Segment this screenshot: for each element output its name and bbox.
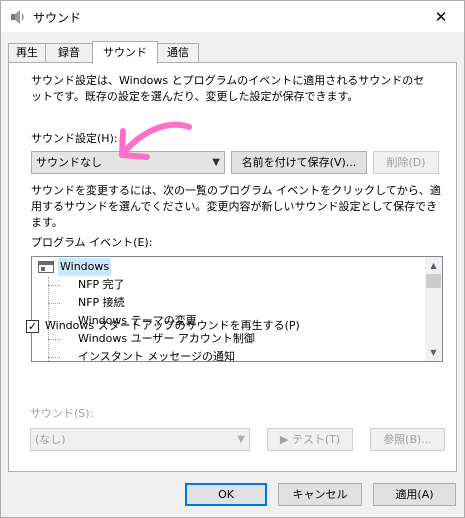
dialog-footer: OK キャンセル 適用(A) — [1, 472, 464, 517]
close-icon: ✕ — [434, 7, 448, 26]
browse-button[interactable]: 参照(B)... — [370, 428, 445, 451]
chevron-down-icon: ▼ — [237, 434, 245, 445]
sound-scheme-label: サウンド設定(H): — [31, 132, 118, 145]
list-item[interactable]: インスタント メッセージの通知 — [78, 348, 235, 361]
sound-scheme-select[interactable]: サウンドなし ▼ — [31, 151, 225, 174]
scroll-down-icon[interactable]: ▼ — [425, 344, 442, 361]
tab-communications[interactable]: 通信 — [157, 43, 199, 63]
startup-sound-checkbox[interactable]: ✓ — [26, 320, 39, 333]
save-as-button[interactable]: 名前を付けて保存(V)... — [231, 151, 367, 174]
sound-scheme-description: サウンド設定は、Windows とプログラムのイベントに適用されるサウンドのセッ… — [31, 74, 425, 103]
program-events-list[interactable]: Windows NFP 完了 NFP 接続 Windows テーマの変更 Win… — [31, 256, 443, 362]
tab-sounds[interactable]: サウンド — [92, 41, 158, 64]
list-item[interactable]: NFP 完了 — [78, 276, 125, 294]
scroll-thumb[interactable] — [426, 274, 441, 288]
apply-button[interactable]: 適用(A) — [373, 483, 456, 506]
ok-button[interactable]: OK — [185, 483, 267, 506]
scroll-up-icon[interactable]: ▲ — [425, 257, 442, 274]
windows-app-icon — [38, 261, 54, 273]
sound-dialog: サウンド ✕ 再生 録音 サウンド 通信 サウンド設定は、Windows とプロ… — [0, 0, 465, 518]
delete-button[interactable]: 削除(D) — [373, 151, 439, 174]
tree-connector — [48, 303, 60, 304]
cancel-button[interactable]: キャンセル — [278, 483, 362, 506]
speaker-icon — [11, 10, 24, 24]
close-button[interactable]: ✕ — [418, 1, 464, 32]
startup-sound-label[interactable]: Windows スタートアップのサウンドを再生する(P) — [45, 318, 300, 334]
title-bar: サウンド ✕ — [1, 1, 464, 32]
list-item[interactable]: NFP 接続 — [78, 294, 125, 312]
sounds-select[interactable]: (なし) ▼ — [30, 428, 250, 451]
chevron-down-icon: ▼ — [212, 157, 220, 168]
check-icon: ✓ — [27, 320, 38, 333]
program-events-label: プログラム イベント(E): — [31, 236, 153, 249]
sounds-value: (なし) — [35, 433, 66, 446]
change-instructions: サウンドを変更するには、次の一覧のプログラム イベントをクリックしてから、適用す… — [31, 184, 441, 229]
event-group-label: Windows — [58, 258, 112, 276]
tab-recording[interactable]: 録音 — [45, 43, 93, 63]
vertical-scrollbar[interactable]: ▲ ▼ — [425, 257, 442, 361]
tree-connector — [48, 339, 60, 340]
sounds-label: サウンド(S): — [30, 407, 94, 420]
window-title: サウンド — [33, 11, 82, 25]
sound-scheme-value: サウンドなし — [36, 156, 102, 169]
tree-connector — [48, 285, 60, 286]
test-button[interactable]: ▶ テスト(T) — [267, 428, 353, 451]
list-item[interactable]: Windows — [32, 258, 425, 276]
tab-playback[interactable]: 再生 — [8, 43, 46, 63]
tree-connector — [48, 357, 60, 358]
